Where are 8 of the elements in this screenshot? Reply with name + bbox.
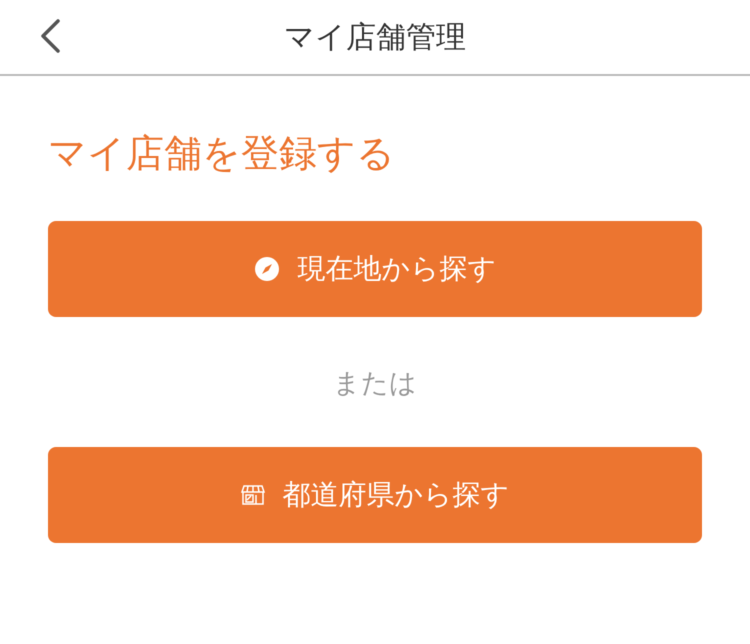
compass-icon — [254, 256, 280, 282]
back-icon — [38, 18, 62, 54]
page-title: マイ店舗管理 — [284, 18, 466, 56]
search-button[interactable]: 現在地から探す — [48, 221, 702, 317]
search-button[interactable]: 都道府県から探す — [48, 447, 702, 543]
section-heading: マイ店舗を登録する — [48, 130, 396, 177]
store-icon — [240, 484, 264, 506]
separator-text: または — [332, 367, 418, 401]
